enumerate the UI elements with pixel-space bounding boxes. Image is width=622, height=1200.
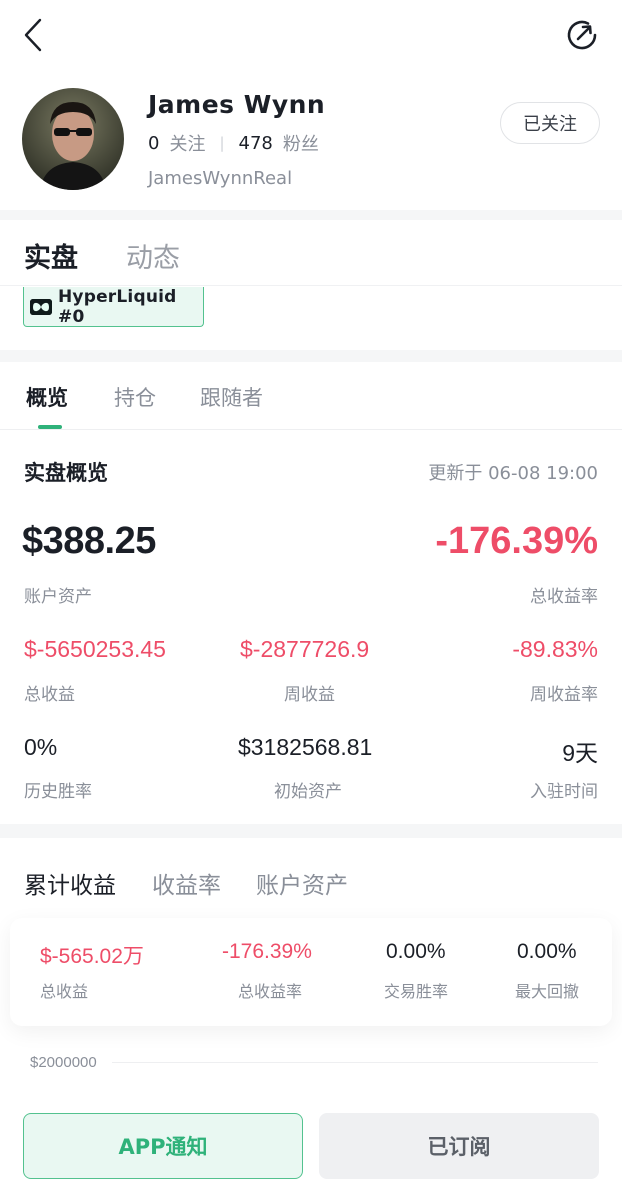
total-profit-label: 总收益 [24,685,75,705]
joined-days-label: 入驻时间 [530,782,598,802]
stats-divider: | [219,134,225,152]
tab-account-asset[interactable]: 账户资产 [256,866,348,900]
cum-max-drawdown-label: 最大回撤 [515,982,580,1001]
hyperliquid-logo-icon [30,298,52,315]
cum-total-profit-value: $-565.02万 [40,945,144,968]
follow-stats: 0 关注 | 478 粉丝 [148,130,319,156]
cum-total-return-rate-value: -176.39% [222,940,312,963]
tab-live-trading[interactable]: 实盘 [24,236,78,275]
weekly-profit-value: $-2877726.9 [240,636,370,662]
subscribed-button[interactable]: 已订阅 [319,1113,599,1179]
profile-header: James Wynn 0 关注 | 478 粉丝 JamesWynnReal 已… [0,72,622,210]
cum-trade-win-rate-label: 交易胜率 [384,982,449,1001]
followers-label[interactable]: 粉丝 [283,130,319,156]
avatar[interactable] [22,88,124,190]
following-count: 0 [148,132,160,154]
exchange-label: HyperLiquid #0 [58,286,177,327]
y-axis-tick-label: $2000000 [30,1054,97,1071]
win-rate-value: 0% [24,734,58,760]
followers-count: 478 [238,132,273,154]
total-return-rate-label: 总收益率 [530,587,598,607]
weekly-return-rate-label: 周收益率 [530,685,598,705]
bottom-action-bar: APP通知 已订阅 [0,1096,622,1200]
tab-return-rate[interactable]: 收益率 [152,866,221,900]
profile-name: James Wynn [148,90,326,119]
cum-total-return-rate-label: 总收益率 [238,982,303,1001]
overview-title: 实盘概览 [24,461,108,485]
total-return-rate-value: -176.39% [435,520,598,562]
win-rate-label: 历史胜率 [24,782,92,802]
total-profit-value: $-5650253.45 [24,636,166,662]
section-divider [0,350,622,362]
cumulative-summary-card: $-565.02万 总收益 -176.39% 总收益率 0.00% 交易胜率 0… [10,918,612,1026]
weekly-profit-label: 周收益 [284,685,335,705]
cum-max-drawdown-value: 0.00% [517,940,577,963]
account-asset-label: 账户资产 [24,587,92,607]
tab-followers[interactable]: 跟随者 [200,382,263,412]
initial-asset-value: $3182568.81 [238,734,373,760]
tab-feed[interactable]: 动态 [126,236,180,275]
main-tabs: 实盘 动态 [0,220,622,286]
updated-time: 更新于 06-08 19:00 [428,463,598,484]
weekly-return-rate-value: -89.83% [512,636,598,662]
initial-asset-label: 初始资产 [274,782,342,802]
account-asset-value: $388.25 [22,520,156,562]
cum-trade-win-rate-value: 0.00% [386,940,446,963]
profile-handle: JamesWynnReal [148,168,293,189]
cum-total-profit-label: 总收益 [40,982,89,1001]
back-icon[interactable] [18,16,50,56]
tab-cumulative-profit[interactable]: 累计收益 [24,866,116,900]
joined-days-value: 9天 [562,740,598,766]
following-label[interactable]: 关注 [169,130,205,156]
active-tab-indicator [38,425,62,429]
tab-positions[interactable]: 持仓 [114,382,156,412]
top-bar [0,0,622,72]
exchange-chip[interactable]: HyperLiquid #0 [23,287,204,327]
section-divider [0,210,622,220]
sub-tabs: 概览 持仓 跟随者 [0,362,622,430]
chart-tabs: 累计收益 收益率 账户资产 [0,838,622,918]
app-notify-button[interactable]: APP通知 [23,1113,303,1179]
follow-button[interactable]: 已关注 [500,102,600,144]
chart-grid-line [112,1062,598,1063]
section-divider [0,824,622,838]
tab-overview[interactable]: 概览 [26,382,68,412]
share-icon[interactable] [562,14,604,56]
